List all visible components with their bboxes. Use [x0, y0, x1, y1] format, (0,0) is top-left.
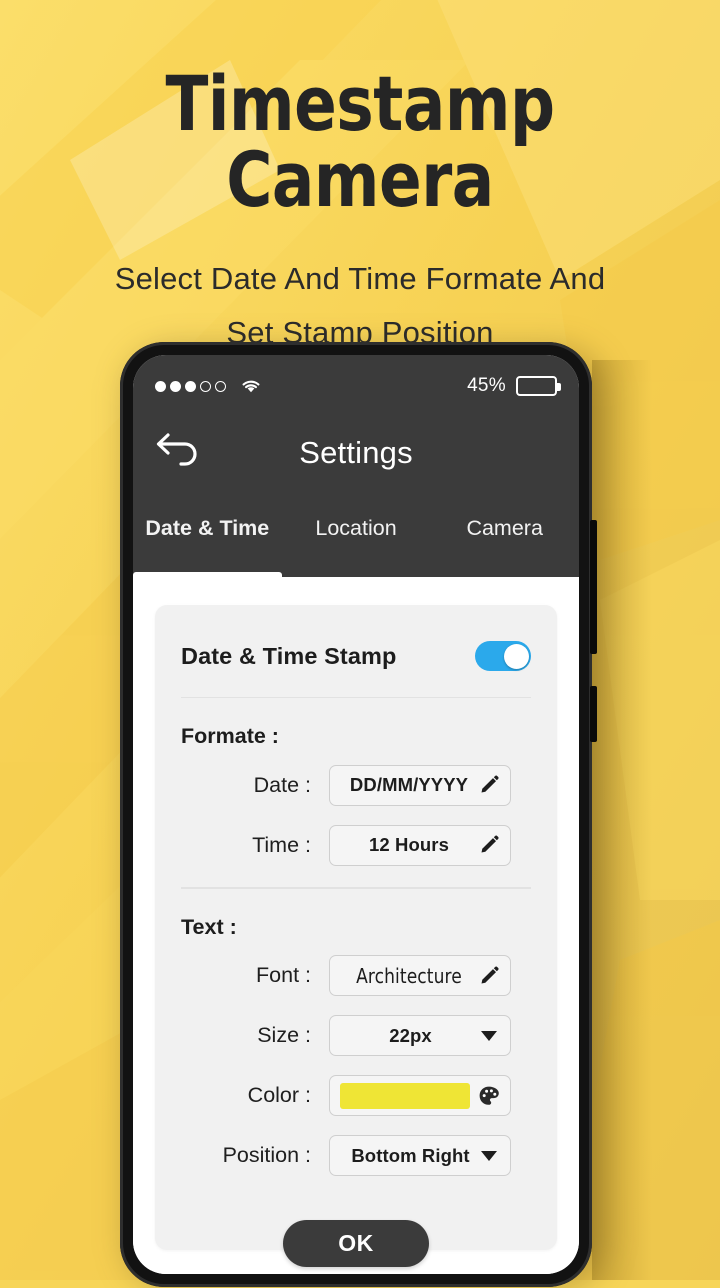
row-position: Position : Bottom Right — [181, 1128, 531, 1184]
date-time-stamp-toggle[interactable] — [475, 641, 531, 671]
phone-power-button[interactable] — [590, 686, 597, 742]
status-bar-right: 45% — [467, 375, 561, 397]
row-time-format: Time : 12 Hours — [181, 817, 531, 873]
tab-location[interactable]: Location — [282, 511, 431, 577]
pencil-icon[interactable] — [478, 834, 500, 856]
date-time-stamp-header: Date & Time Stamp — [181, 605, 531, 698]
formate-section-title: Formate : — [181, 724, 279, 748]
ok-button[interactable]: OK — [283, 1219, 429, 1267]
tab-camera[interactable]: Camera — [430, 511, 579, 577]
size-field[interactable]: 22px — [329, 1015, 511, 1056]
status-bar: 45% — [133, 355, 579, 417]
time-format-label: Time : — [252, 832, 311, 857]
settings-content: Date & Time Stamp Formate : Date : DD/MM… — [133, 577, 579, 1274]
date-time-stamp-label: Date & Time Stamp — [181, 642, 397, 669]
ok-button-wrap: OK — [181, 1219, 531, 1267]
size-label: Size : — [257, 1023, 311, 1047]
battery-percent-label: 45% — [467, 375, 506, 396]
battery-icon — [516, 376, 561, 396]
page-title: Timestamp Camera — [165, 59, 555, 224]
app-bar-title: Settings — [299, 435, 413, 470]
settings-card: Date & Time Stamp Formate : Date : DD/MM… — [155, 605, 557, 1267]
chevron-down-icon[interactable] — [481, 1150, 497, 1161]
page-subtitle-line-1: Select Date And Time Formate And — [114, 261, 606, 296]
toggle-knob — [503, 643, 529, 669]
palette-icon[interactable] — [478, 1085, 500, 1107]
row-color: Color : — [181, 1068, 531, 1124]
font-value: Architecture — [356, 963, 462, 988]
color-swatch[interactable] — [340, 1082, 470, 1109]
row-date-format: Date : DD/MM/YYYY — [181, 757, 531, 813]
tab-date-time[interactable]: Date & Time — [133, 511, 282, 577]
position-value: Bottom Right — [351, 1144, 470, 1166]
app-bar: Settings Date & Time Location Camera — [133, 417, 579, 577]
color-label: Color : — [247, 1083, 311, 1107]
phone-mockup: 45% Settings Date & Time Location Camera — [120, 342, 597, 1287]
signal-dots-icon — [155, 380, 226, 392]
font-label: Font : — [256, 963, 311, 987]
pencil-icon[interactable] — [478, 965, 500, 987]
time-format-field[interactable]: 12 Hours — [329, 824, 511, 866]
row-size: Size : 22px — [181, 1008, 531, 1064]
headline-block: Timestamp Camera Select Date And Time Fo… — [0, 0, 720, 360]
tab-bar: Date & Time Location Camera — [133, 511, 579, 577]
date-format-value: DD/MM/YYYY — [349, 774, 469, 795]
pencil-icon[interactable] — [478, 774, 500, 796]
date-format-field[interactable]: DD/MM/YYYY — [329, 764, 511, 806]
size-value: 22px — [389, 1024, 432, 1046]
color-field[interactable] — [329, 1075, 511, 1116]
position-field[interactable]: Bottom Right — [329, 1135, 511, 1176]
font-field[interactable]: Architecture — [329, 955, 511, 996]
row-font: Font : Architecture — [181, 948, 531, 1004]
text-section-title: Text : — [181, 914, 237, 939]
position-label: Position : — [222, 1143, 311, 1167]
wifi-icon — [240, 378, 262, 394]
time-format-value: 12 Hours — [369, 834, 449, 855]
section-divider — [181, 887, 531, 889]
phone-screen: 45% Settings Date & Time Location Camera — [133, 355, 579, 1274]
chevron-down-icon[interactable] — [481, 1030, 497, 1041]
phone-volume-button[interactable] — [590, 520, 597, 654]
date-format-label: Date : — [253, 772, 311, 797]
